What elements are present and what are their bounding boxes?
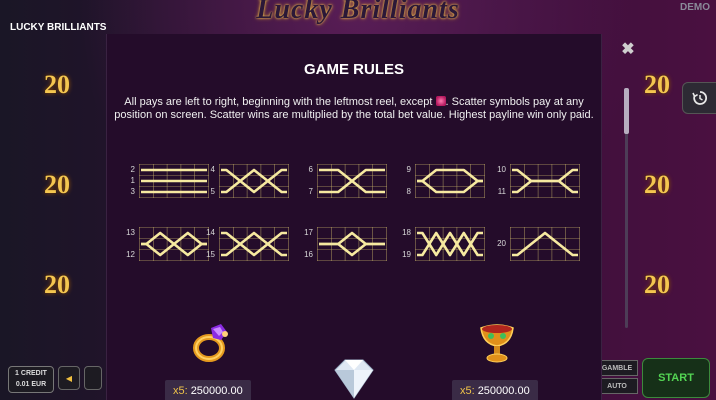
history-icon: [692, 91, 708, 105]
scatter-icon: [435, 96, 446, 106]
history-button[interactable]: [682, 82, 716, 114]
start-label: START: [658, 372, 694, 384]
payline-diagram: [219, 164, 289, 198]
payline-number: 4: [210, 165, 215, 174]
payline-diagram: [139, 227, 209, 261]
payline-diagram: [510, 227, 580, 261]
ring-value: 250000.00: [190, 385, 243, 397]
ring-icon: [187, 320, 233, 371]
rules-text: All pays are left to right, beginning wi…: [113, 96, 595, 121]
payline-diagram: [415, 164, 485, 198]
bet-display: [84, 366, 102, 390]
game-logo: Lucky Brilliants: [256, 0, 460, 25]
payline-number: 2: [130, 165, 135, 174]
auto-label: AUTO: [607, 382, 627, 390]
payline-path: [319, 168, 385, 194]
decrease-bet-button[interactable]: ◀: [58, 366, 80, 390]
close-icon[interactable]: ✖: [620, 42, 636, 58]
gamble-label: GAMBLE: [601, 364, 633, 372]
payline-number: 11: [497, 187, 506, 196]
game-name: LUCKY BRILLIANTS: [10, 22, 107, 33]
background-symbol-20: 20: [644, 70, 670, 99]
payline-number: 8: [406, 187, 411, 196]
payline-diagram: [510, 164, 580, 198]
payline-diagram: [415, 227, 485, 261]
gamble-button[interactable]: GAMBLE: [596, 360, 638, 376]
rules-title: GAME RULES: [303, 61, 404, 78]
chalice-value: 250000.00: [477, 385, 530, 397]
credit-label: 1 CREDIT: [15, 370, 47, 377]
payline-path: [417, 231, 483, 257]
payline-path: [512, 231, 578, 257]
payline-diagram: [219, 227, 289, 261]
payline-number: 6: [308, 165, 313, 174]
payline-number: 9: [406, 165, 411, 174]
payline-number: 3: [130, 187, 135, 196]
background-symbol-20: 20: [44, 70, 70, 99]
payline-diagram: [317, 164, 387, 198]
diamond-icon: [329, 356, 379, 400]
payline-number: 18: [402, 228, 411, 237]
rules-text-part1: All pays are left to right, beginning wi…: [124, 96, 433, 108]
credit-value: 0.01 EUR: [15, 381, 47, 388]
ring-payout: x5: 250000.00: [165, 380, 251, 400]
chalice-icon: [473, 320, 521, 369]
background-symbol-20: 20: [644, 170, 670, 199]
background-symbol-20: 20: [44, 170, 70, 199]
ring-multiplier: x5:: [173, 385, 188, 397]
payline-number: 5: [210, 187, 215, 196]
start-button[interactable]: START: [642, 358, 710, 398]
payline-number: 13: [126, 228, 135, 237]
rules-modal: GAME RULES All pays are left to right, b…: [106, 34, 602, 400]
credit-selector[interactable]: 1 CREDIT 0.01 EUR: [8, 366, 54, 393]
arrow-left-icon: ◀: [65, 373, 73, 383]
payline-number: 15: [206, 250, 215, 259]
payline-number: 10: [497, 165, 506, 174]
payline-number: 19: [402, 250, 411, 259]
payline-path: [417, 231, 483, 257]
rules-scroll-thumb[interactable]: [624, 88, 629, 134]
auto-button[interactable]: AUTO: [596, 378, 638, 394]
payline-number: 20: [497, 239, 506, 248]
payline-number: 7: [308, 187, 313, 196]
payline-diagram: [317, 227, 387, 261]
payline-number: 12: [126, 250, 135, 259]
background-symbol-20: 20: [644, 270, 670, 299]
background-symbol-20: 20: [44, 270, 70, 299]
payline-number: 1: [130, 176, 135, 185]
payline-number: 14: [206, 228, 215, 237]
chalice-payout: x5: 250000.00: [452, 380, 538, 400]
payline-number: 16: [304, 250, 313, 259]
demo-badge: DEMO: [680, 2, 710, 13]
payline-diagram: [139, 164, 209, 198]
chalice-multiplier: x5:: [460, 385, 475, 397]
payline-number: 17: [304, 228, 313, 237]
